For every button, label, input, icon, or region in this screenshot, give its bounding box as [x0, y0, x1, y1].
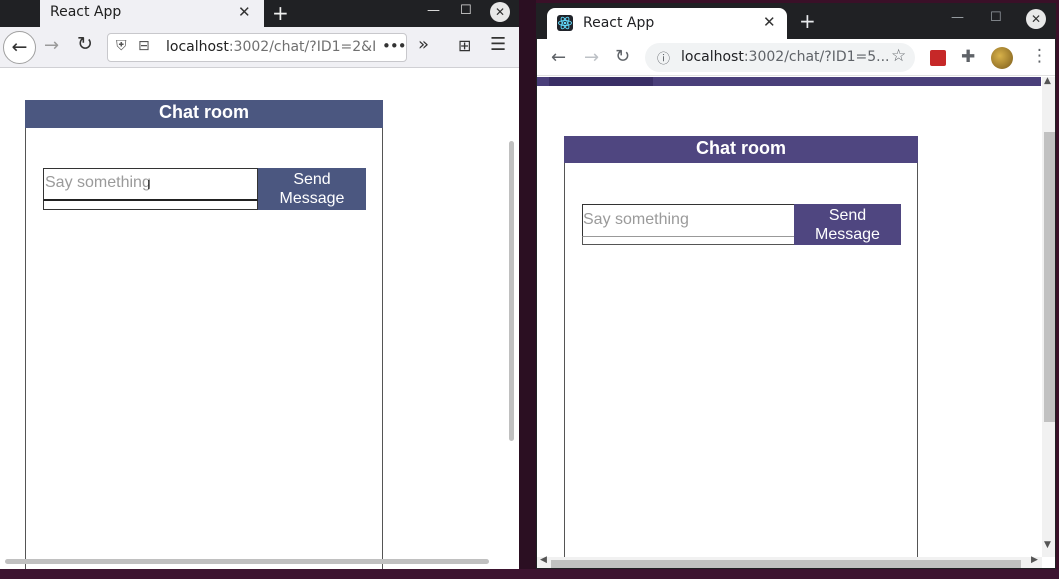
url-text[interactable]: localhost:3002/chat/?ID1=5...	[681, 49, 890, 65]
message-placeholder: Say something	[583, 211, 689, 228]
send-message-button[interactable]: Send Message	[794, 204, 901, 245]
chrome-window: React App ✕ + — ☐ ✕ ← → ↻ ⓘ localhost:30…	[536, 3, 1056, 569]
back-icon[interactable]: ←	[551, 47, 566, 68]
send-label-line1: Send	[293, 171, 331, 188]
tab-bar: React App ✕ + — ☐ ✕	[0, 0, 519, 27]
url-path: :3002/chat/?ID1=2&I	[228, 39, 377, 55]
send-message-button[interactable]: Send Message	[258, 168, 366, 210]
forward-icon[interactable]: →	[584, 47, 599, 68]
nav-toolbar: ← → ↻ ⛨ ⊟ localhost:3002/chat/?ID1=2&I •…	[0, 27, 519, 68]
text-cursor-icon: I	[147, 177, 151, 192]
minimize-icon[interactable]: —	[951, 10, 964, 25]
send-label-line2: Message	[815, 226, 880, 243]
url-host: localhost	[166, 39, 229, 55]
maximize-icon[interactable]: ☐	[990, 10, 1002, 25]
bookmark-star-icon[interactable]: ☆	[891, 46, 906, 66]
tab-title: React App	[583, 15, 655, 31]
send-label-line2: Message	[279, 190, 345, 207]
reload-icon[interactable]: ↻	[615, 46, 630, 67]
menu-icon[interactable]: ☰	[490, 34, 506, 55]
page-content: Chat room Say something Send Message ▲ ▼	[537, 77, 1055, 557]
chat-room-panel: Chat room Say something I Send Message	[25, 100, 383, 569]
new-tab-icon[interactable]: +	[799, 9, 816, 33]
app-header-strip-active	[549, 77, 653, 86]
forward-icon[interactable]: →	[44, 35, 59, 56]
close-tab-icon[interactable]: ✕	[763, 13, 776, 31]
extension-icon[interactable]	[930, 50, 946, 66]
page-info-icon[interactable]: ⊟	[138, 38, 150, 54]
close-window-icon[interactable]: ✕	[1026, 9, 1046, 29]
kebab-menu-icon[interactable]: ⋮	[1031, 46, 1048, 66]
reload-icon[interactable]: ↻	[77, 33, 93, 55]
extensions-icon[interactable]: ⊞	[458, 36, 471, 55]
url-bar[interactable]: ⛨ ⊟ localhost:3002/chat/?ID1=2&I •••	[107, 33, 407, 62]
chat-room-panel: Chat room Say something Send Message	[564, 136, 918, 557]
more-icon[interactable]: •••	[382, 37, 407, 55]
chat-room-title: Chat room	[564, 136, 918, 163]
url-path: :3002/chat/?ID1=5...	[743, 49, 890, 65]
maximize-icon[interactable]: ☐	[460, 3, 472, 18]
vertical-scrollbar-thumb[interactable]	[1044, 132, 1055, 422]
tab-title: React App	[50, 4, 122, 20]
close-tab-icon[interactable]: ✕	[238, 3, 251, 21]
horizontal-scrollbar[interactable]	[5, 559, 489, 564]
scroll-up-icon[interactable]: ▲	[1044, 77, 1051, 86]
url-text[interactable]: localhost:3002/chat/?ID1=2&I	[166, 39, 378, 55]
extensions-puzzle-icon[interactable]: ✚	[961, 47, 975, 67]
scroll-down-icon[interactable]: ▼	[1044, 540, 1051, 550]
message-placeholder: Say something	[45, 174, 151, 191]
tab-react-app[interactable]: React App ✕	[547, 8, 787, 39]
message-input-bottom	[582, 236, 795, 245]
message-input[interactable]: Say something	[582, 204, 795, 237]
send-label-line1: Send	[828, 207, 867, 224]
desktop-bottom	[0, 569, 1059, 579]
chat-room-title: Chat room	[25, 100, 383, 128]
tab-react-app[interactable]: React App ✕	[40, 0, 264, 27]
omnibox[interactable]: ⓘ localhost:3002/chat/?ID1=5... ☆	[645, 43, 915, 72]
close-window-icon[interactable]: ✕	[490, 2, 510, 22]
profile-avatar[interactable]	[991, 47, 1013, 69]
url-host: localhost	[681, 49, 744, 65]
page-content: Chat room Say something I Send Message	[0, 69, 519, 569]
shield-icon[interactable]: ⛨	[116, 38, 127, 54]
message-input[interactable]: Say something I	[43, 168, 258, 201]
firefox-window: React App ✕ + — ☐ ✕ ← → ↻ ⛨ ⊟ localhost:…	[0, 0, 519, 569]
new-tab-icon[interactable]: +	[272, 1, 289, 25]
scroll-left-icon[interactable]: ◀	[540, 555, 547, 565]
scroll-right-icon[interactable]: ▶	[1031, 555, 1038, 565]
message-input-bottom	[43, 201, 258, 210]
vertical-scrollbar[interactable]	[509, 141, 514, 441]
tab-bar: React App ✕ + — ☐ ✕	[537, 4, 1055, 39]
horizontal-scrollbar-thumb[interactable]	[551, 560, 1021, 568]
overflow-icon[interactable]: »	[418, 34, 429, 55]
minimize-icon[interactable]: —	[427, 3, 440, 18]
nav-toolbar: ← → ↻ ⓘ localhost:3002/chat/?ID1=5... ☆ …	[537, 39, 1055, 76]
back-icon[interactable]: ←	[3, 31, 36, 64]
info-icon[interactable]: ⓘ	[657, 48, 670, 67]
desktop-gap	[519, 0, 536, 579]
react-logo-icon	[557, 15, 573, 31]
